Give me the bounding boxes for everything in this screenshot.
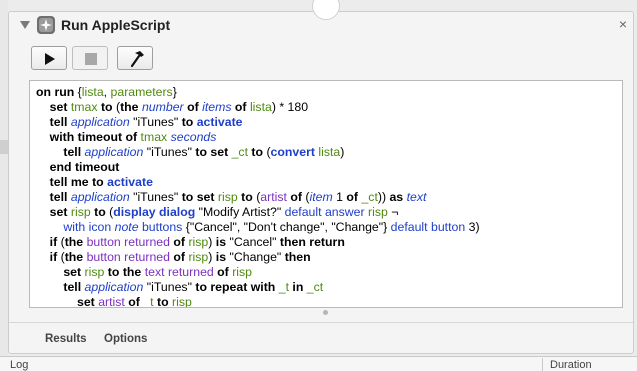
log-header: Log Duration	[0, 356, 637, 371]
tab-options[interactable]: Options	[104, 333, 147, 345]
script-editor[interactable]: on run {lista, parameters} set tmax to (…	[29, 80, 623, 308]
column-divider	[542, 358, 543, 371]
close-icon[interactable]: ×	[619, 16, 627, 32]
compile-button[interactable]	[117, 46, 153, 70]
applescript-icon	[37, 16, 55, 34]
disclosure-triangle-icon[interactable]	[20, 21, 30, 29]
tab-results[interactable]: Results	[45, 333, 87, 345]
stop-icon	[85, 53, 97, 65]
run-button[interactable]	[31, 46, 67, 70]
stop-button[interactable]	[72, 46, 108, 70]
duration-column-header[interactable]: Duration	[550, 359, 592, 371]
action-tabs: Results Options	[9, 322, 633, 355]
action-title: Run AppleScript	[61, 17, 171, 33]
play-icon	[45, 53, 55, 65]
hammer-icon	[130, 51, 144, 68]
action-panel: Run AppleScript × on run {lista, paramet…	[8, 11, 634, 354]
log-column-header[interactable]: Log	[10, 359, 28, 371]
left-strip-mark	[0, 140, 8, 154]
resize-handle[interactable]	[323, 310, 328, 315]
left-strip	[0, 0, 8, 370]
script-code[interactable]: on run {lista, parameters} set tmax to (…	[36, 85, 480, 307]
